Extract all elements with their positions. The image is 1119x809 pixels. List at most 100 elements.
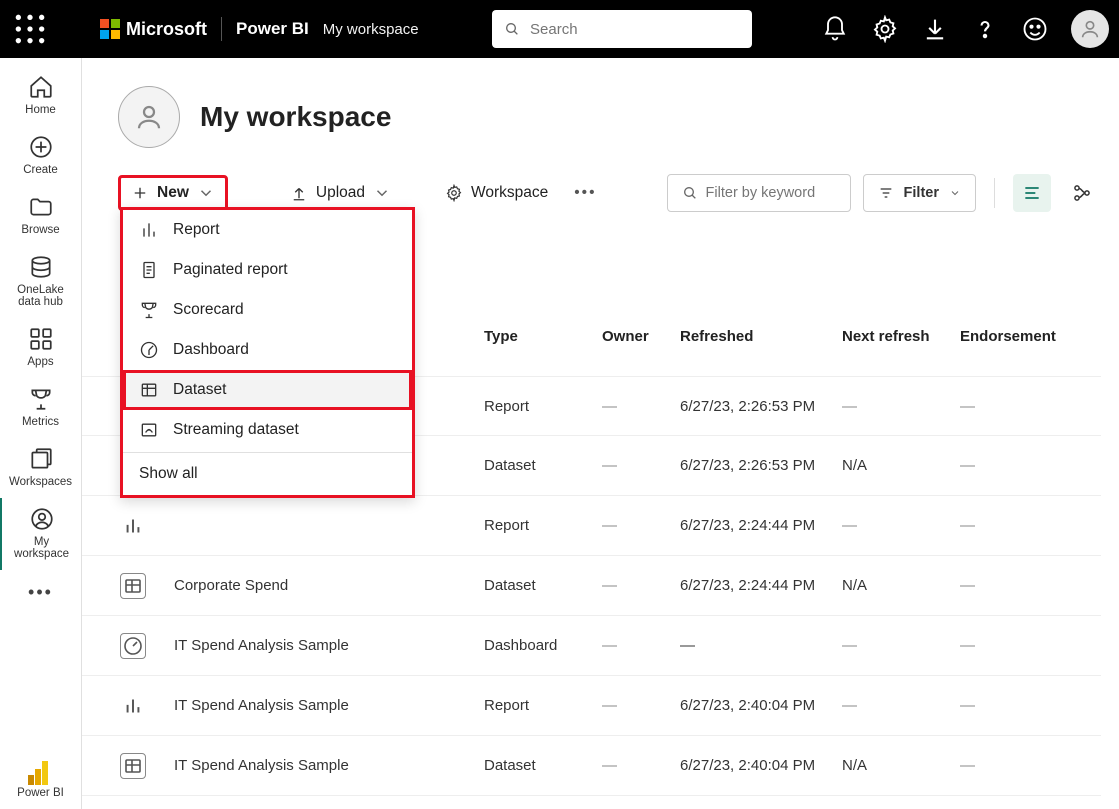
microsoft-logo: Microsoft — [100, 19, 207, 40]
report-icon — [120, 693, 146, 719]
new-button[interactable]: New — [118, 175, 228, 211]
divider — [994, 178, 995, 208]
toolbar-more[interactable]: ••• — [570, 178, 600, 208]
new-dashboard[interactable]: Dashboard — [123, 330, 412, 370]
left-nav: Home Create Browse OneLake data hub Apps… — [0, 58, 82, 809]
new-show-all[interactable]: Show all — [123, 453, 412, 495]
keyword-filter[interactable] — [667, 174, 851, 212]
cell-type: Report — [484, 398, 602, 415]
nav-metrics[interactable]: Metrics — [0, 378, 81, 438]
gear-icon — [445, 184, 463, 202]
global-search[interactable] — [492, 10, 752, 48]
workspace-avatar — [118, 86, 180, 148]
cell-owner: — — [602, 637, 680, 654]
col-owner[interactable]: Owner — [602, 328, 680, 345]
cell-endorse: — — [960, 517, 1080, 534]
app-launcher-icon[interactable] — [10, 9, 50, 49]
account-avatar[interactable] — [1071, 10, 1109, 48]
nav-home[interactable]: Home — [0, 66, 81, 126]
cell-endorse: — — [960, 457, 1080, 474]
cell-refreshed: 6/27/23, 2:24:44 PM — [680, 577, 842, 594]
nav-more[interactable]: ••• — [28, 570, 53, 615]
cell-next: N/A — [842, 577, 960, 594]
nav-workspaces[interactable]: Workspaces — [0, 438, 81, 498]
new-scorecard[interactable]: Scorecard — [123, 290, 412, 330]
cell-owner: — — [602, 577, 680, 594]
dataset-icon — [139, 380, 159, 400]
nav-browse[interactable]: Browse — [0, 186, 81, 246]
global-search-input[interactable] — [530, 21, 740, 38]
dataset-icon — [120, 753, 146, 779]
cell-endorse: — — [960, 757, 1080, 774]
nav-onelake[interactable]: OneLake data hub — [0, 246, 81, 318]
new-dropdown: Report Paginated report Scorecard Dashbo… — [120, 207, 415, 498]
workspace-title: My workspace — [200, 101, 391, 133]
table-row[interactable]: IT Spend Analysis SampleDataset—6/27/23,… — [82, 736, 1101, 796]
table-row[interactable]: Retail Analysis SampleDashboard———— — [82, 796, 1101, 809]
nav-apps[interactable]: Apps — [0, 318, 81, 378]
cell-type: Dataset — [484, 457, 602, 474]
new-streaming-dataset[interactable]: Streaming dataset — [123, 410, 412, 450]
cell-next: N/A — [842, 457, 960, 474]
cell-owner: — — [602, 398, 680, 415]
nav-my-workspace[interactable]: My workspace — [0, 498, 81, 570]
cell-endorse: — — [960, 637, 1080, 654]
new-paginated-report[interactable]: Paginated report — [123, 250, 412, 290]
cell-endorse: — — [960, 577, 1080, 594]
cell-refreshed: 6/27/23, 2:24:44 PM — [680, 517, 842, 534]
nav-create[interactable]: Create — [0, 126, 81, 186]
dashboard-icon — [139, 340, 159, 360]
help-icon[interactable] — [971, 15, 999, 43]
dataset-icon — [120, 573, 146, 599]
col-refreshed[interactable]: Refreshed — [680, 328, 842, 345]
cell-refreshed: 6/27/23, 2:26:53 PM — [680, 398, 842, 415]
search-icon — [504, 20, 520, 38]
more-icon: ••• — [574, 184, 596, 202]
top-bar: Microsoft Power BI My workspace — [0, 0, 1119, 58]
filter-icon — [878, 185, 894, 201]
item-name: IT Spend Analysis Sample — [174, 637, 349, 654]
table-row[interactable]: Report—6/27/23, 2:24:44 PM—— — [82, 496, 1101, 556]
lineage-view-button[interactable] — [1063, 174, 1101, 212]
new-dataset[interactable]: Dataset — [123, 370, 412, 410]
cell-refreshed: 6/27/23, 2:40:04 PM — [680, 697, 842, 714]
cell-next: — — [842, 697, 960, 714]
filter-button[interactable]: Filter — [863, 174, 976, 212]
settings-icon[interactable] — [871, 15, 899, 43]
cell-endorse: — — [960, 697, 1080, 714]
nav-powerbi[interactable]: Power BI — [17, 749, 64, 809]
new-report[interactable]: Report — [123, 210, 412, 250]
workspace-header: My workspace — [82, 58, 1119, 148]
col-endorse[interactable]: Endorsement — [960, 328, 1080, 345]
plus-icon — [131, 184, 149, 202]
brand-company: Microsoft — [126, 19, 207, 40]
table-row[interactable]: IT Spend Analysis SampleDashboard———— — [82, 616, 1101, 676]
cell-refreshed: 6/27/23, 2:40:04 PM — [680, 757, 842, 774]
chevron-down-icon — [197, 184, 215, 202]
keyword-filter-input[interactable] — [706, 185, 836, 201]
download-icon[interactable] — [921, 15, 949, 43]
cell-refreshed: — — [680, 637, 842, 654]
toolbar: New Upload Workspace ••• Filter — [82, 148, 1119, 208]
feedback-icon[interactable] — [1021, 15, 1049, 43]
col-next[interactable]: Next refresh — [842, 328, 960, 345]
upload-button[interactable]: Upload — [278, 178, 403, 208]
col-type[interactable]: Type — [484, 328, 602, 345]
cell-next: — — [842, 637, 960, 654]
scorecard-icon — [139, 300, 159, 320]
cell-next: N/A — [842, 757, 960, 774]
notifications-icon[interactable] — [821, 15, 849, 43]
item-name: IT Spend Analysis Sample — [174, 697, 349, 714]
cell-endorse: — — [960, 398, 1080, 415]
list-icon — [1022, 183, 1042, 203]
table-row[interactable]: IT Spend Analysis SampleReport—6/27/23, … — [82, 676, 1101, 736]
cell-type: Report — [484, 517, 602, 534]
report-icon — [120, 513, 146, 539]
top-icon-bar — [821, 10, 1109, 48]
upload-icon — [290, 184, 308, 202]
workspace-settings-button[interactable]: Workspace — [433, 178, 560, 208]
list-view-button[interactable] — [1013, 174, 1051, 212]
table-row[interactable]: Corporate SpendDataset—6/27/23, 2:24:44 … — [82, 556, 1101, 616]
cell-owner: — — [602, 757, 680, 774]
header-workspace-label[interactable]: My workspace — [323, 21, 419, 38]
